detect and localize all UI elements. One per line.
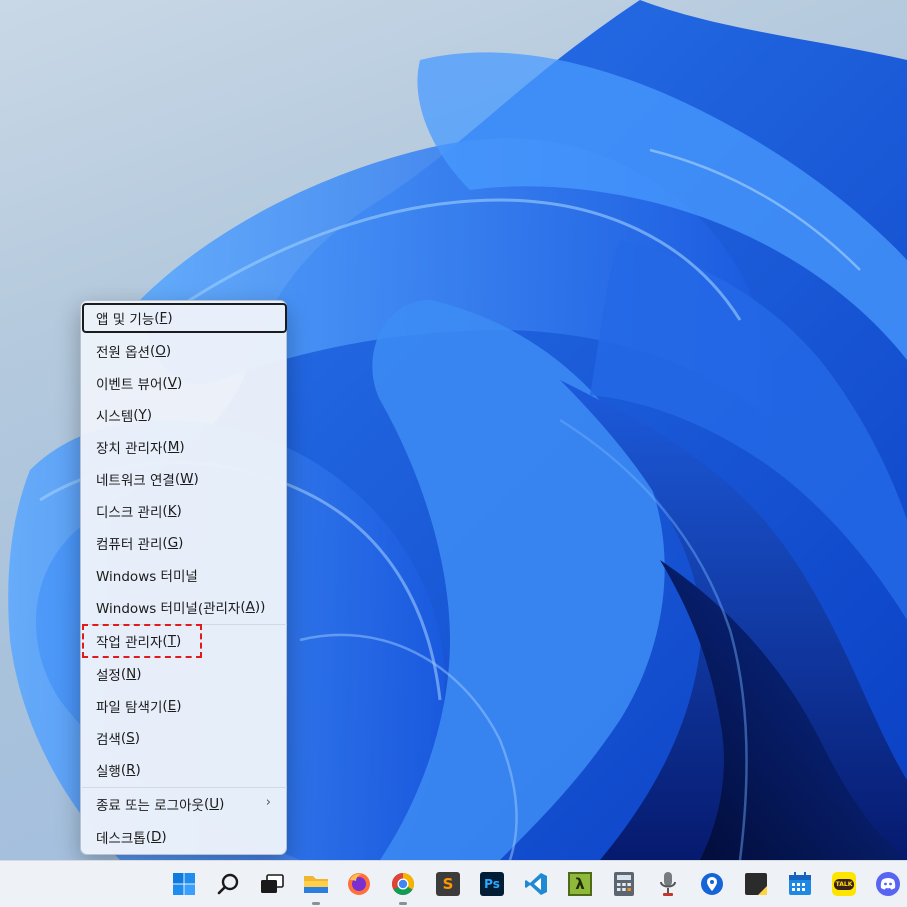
menu-item-computer-management[interactable]: 컴퓨터 관리(G) (82, 528, 287, 558)
menu-item-file-explorer[interactable]: 파일 탐색기(E) (82, 691, 287, 721)
task-view-icon[interactable] (257, 869, 287, 899)
menu-item-task-manager[interactable]: 작업 관리자(T) (82, 626, 287, 656)
location-pin-icon[interactable] (697, 869, 727, 899)
chevron-right-icon: › (265, 795, 271, 810)
lambda-app-icon[interactable]: λ (565, 869, 595, 899)
running-indicator (312, 902, 320, 905)
menu-item-apps-and-features[interactable]: 앱 및 기능(F) (82, 303, 287, 333)
menu-item-windows-terminal-admin[interactable]: Windows 터미널(관리자(A)) (82, 592, 287, 622)
calendar-icon[interactable] (785, 869, 815, 899)
sublime-text-icon[interactable]: S (433, 869, 463, 899)
microphone-icon[interactable] (653, 869, 683, 899)
menu-item-network-connections[interactable]: 네트워크 연결(W) (82, 464, 287, 494)
menu-item-event-viewer[interactable]: 이벤트 뷰어(V) (82, 368, 287, 398)
firefox-icon[interactable] (344, 869, 374, 899)
menu-item-shutdown-or-sign-out[interactable]: 종료 또는 로그아웃(U) › (82, 789, 287, 819)
menu-item-system[interactable]: 시스템(Y) (82, 400, 287, 430)
file-explorer-icon[interactable] (301, 869, 331, 899)
start-icon[interactable] (169, 869, 199, 899)
vscode-icon[interactable] (521, 869, 551, 899)
menu-separator (82, 624, 287, 625)
calculator-icon[interactable] (609, 869, 639, 899)
kakaotalk-icon[interactable]: TALK (829, 869, 859, 899)
menu-item-power-options[interactable]: 전원 옵션(O) (82, 336, 287, 366)
menu-item-device-manager[interactable]: 장치 관리자(M) (82, 432, 287, 462)
chrome-icon[interactable] (388, 869, 418, 899)
menu-item-desktop[interactable]: 데스크톱(D) (82, 822, 287, 852)
photoshop-icon[interactable]: Ps (477, 869, 507, 899)
sticky-notes-icon[interactable] (741, 869, 771, 899)
menu-separator (82, 787, 287, 788)
discord-icon[interactable] (873, 869, 903, 899)
menu-item-search[interactable]: 검색(S) (82, 723, 287, 753)
power-user-menu: 앱 및 기능(F) 전원 옵션(O) 이벤트 뷰어(V) 시스템(Y) 장치 관… (80, 300, 287, 855)
running-indicator (399, 902, 407, 905)
taskbar: S Ps λ TALK (0, 860, 907, 907)
menu-item-run[interactable]: 실행(R) (82, 755, 287, 785)
menu-item-disk-management[interactable]: 디스크 관리(K) (82, 496, 287, 526)
menu-item-settings[interactable]: 설정(N) (82, 659, 287, 689)
search-icon[interactable] (213, 869, 243, 899)
menu-item-windows-terminal[interactable]: Windows 터미널 (82, 560, 287, 590)
